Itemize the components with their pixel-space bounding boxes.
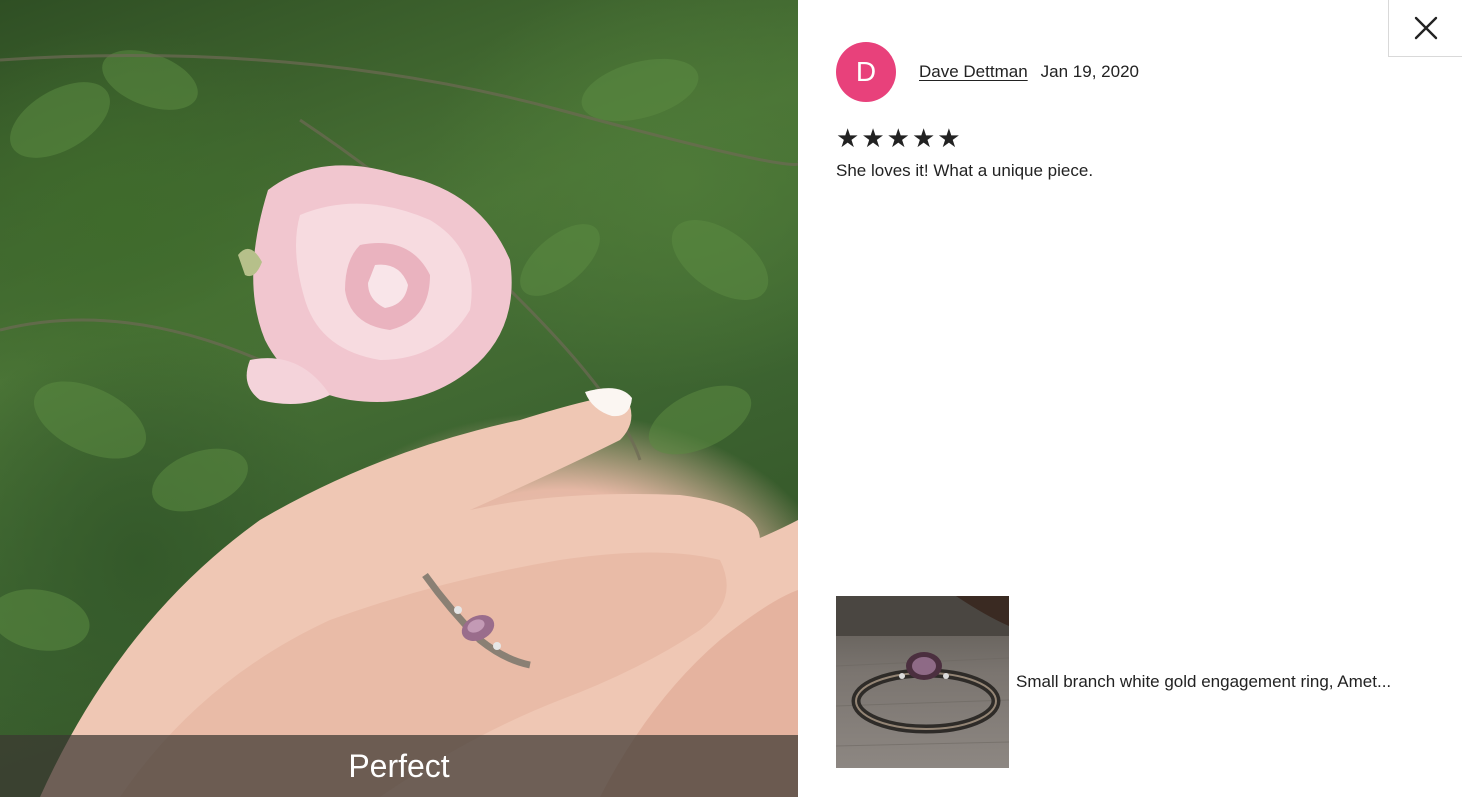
avatar: D xyxy=(836,42,896,102)
star-rating: ★ ★ ★ ★ ★ xyxy=(836,125,1436,151)
close-icon xyxy=(1414,16,1437,40)
review-photo: Perfect xyxy=(0,0,798,797)
reviewer-name-link[interactable]: Dave Dettman xyxy=(919,62,1028,82)
photo-caption: Perfect xyxy=(348,748,450,784)
review-date: Jan 19, 2020 xyxy=(1040,62,1139,81)
star-icon: ★ xyxy=(911,123,936,153)
photo-caption-bar: Perfect xyxy=(0,735,798,797)
star-icon: ★ xyxy=(861,123,885,153)
review-text: She loves it! What a unique piece. xyxy=(836,161,1094,180)
review-details: D Dave Dettman Jan 19, 2020 ★ ★ ★ ★ ★ Sh… xyxy=(836,42,1436,181)
star-icon: ★ xyxy=(836,123,860,153)
star-icon: ★ xyxy=(937,123,961,153)
review-modal: Perfect D Dave Dettman Jan 19, 2020 ★ ★ … xyxy=(0,0,1462,797)
product-link[interactable]: Small branch white gold engagement ring,… xyxy=(836,596,1446,768)
product-title[interactable]: Small branch white gold engagement ring,… xyxy=(1016,672,1391,692)
photo-illustration xyxy=(0,50,798,797)
reviewer-row: D Dave Dettman Jan 19, 2020 xyxy=(836,42,1436,102)
star-icon: ★ xyxy=(886,123,910,153)
product-thumbnail[interactable] xyxy=(836,596,1009,768)
product-ring-image xyxy=(836,596,1009,747)
